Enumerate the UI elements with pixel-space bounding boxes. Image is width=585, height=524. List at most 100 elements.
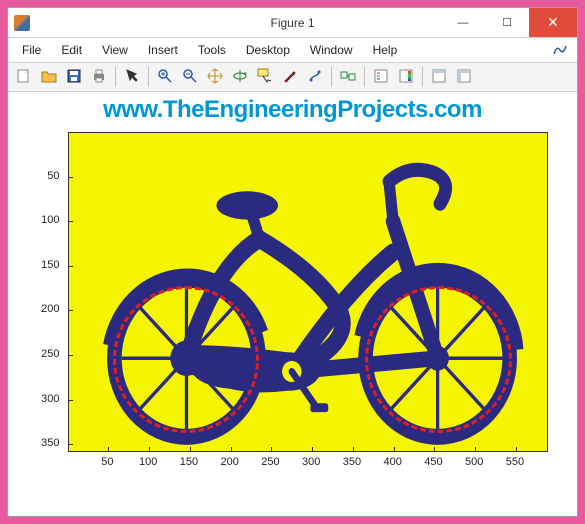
data-cursor-button[interactable]: [253, 65, 277, 89]
matlab-icon: [14, 15, 30, 31]
insert-legend-button[interactable]: [369, 65, 393, 89]
brush-icon: [282, 68, 298, 87]
minimize-button[interactable]: —: [441, 8, 485, 37]
insert-legend-icon: [373, 68, 389, 87]
detected-circle: [365, 286, 512, 433]
x-tick-label: 350: [343, 456, 361, 468]
print-icon: [91, 68, 107, 87]
x-tick-label: 150: [180, 456, 198, 468]
y-tick-mark: [69, 266, 73, 267]
y-tick-mark: [69, 221, 73, 222]
show-tools-button[interactable]: [452, 65, 476, 89]
x-tick-label: 400: [383, 456, 401, 468]
insert-colorbar-button[interactable]: [394, 65, 418, 89]
x-tick-mark: [312, 447, 313, 451]
zoom-out-button[interactable]: [178, 65, 202, 89]
axes-container: 50100150200250300350 5010015020025030035…: [68, 132, 548, 452]
x-tick-label: 250: [261, 456, 279, 468]
menu-view[interactable]: View: [92, 40, 138, 60]
y-tick-mark: [69, 444, 73, 445]
pan-icon: [207, 68, 223, 87]
data-cursor-icon: [257, 68, 273, 87]
x-tick-mark: [434, 447, 435, 451]
hide-tools-icon: [431, 68, 447, 87]
y-tick-mark: [69, 355, 73, 356]
x-tick-mark: [394, 447, 395, 451]
y-axis-ticks: 50100150200250300350: [32, 132, 66, 452]
figure-area: 50 100 150 200 250 300 350 50 100 150 200 250 300 35…: [8, 124, 577, 516]
x-tick-mark: [516, 447, 517, 451]
menu-window[interactable]: Window: [300, 40, 363, 60]
menu-desktop[interactable]: Desktop: [236, 40, 300, 60]
x-tick-mark: [149, 447, 150, 451]
window-inner: Figure 1 — ☐ ✕ FileEditViewInsertToolsDe…: [7, 7, 578, 517]
titlebar[interactable]: Figure 1 — ☐ ✕: [8, 8, 577, 38]
zoom-out-icon: [182, 68, 198, 87]
toolbar-separator: [148, 67, 149, 87]
print-button[interactable]: [87, 65, 111, 89]
y-tick-label: 250: [32, 348, 60, 360]
y-tick-label: 150: [32, 259, 60, 271]
x-tick-label: 450: [424, 456, 442, 468]
menubar-right: [553, 44, 573, 56]
brush-button[interactable]: [278, 65, 302, 89]
window-frame: Figure 1 — ☐ ✕ FileEditViewInsertToolsDe…: [0, 0, 585, 524]
x-tick-label: 300: [302, 456, 320, 468]
x-tick-label: 100: [139, 456, 157, 468]
link-plot-button[interactable]: [336, 65, 360, 89]
menu-insert[interactable]: Insert: [138, 40, 188, 60]
y-tick-label: 300: [32, 393, 60, 405]
x-tick-mark: [108, 447, 109, 451]
new-figure-button[interactable]: [12, 65, 36, 89]
toolbar-separator: [364, 67, 365, 87]
plot-box[interactable]: [68, 132, 548, 452]
toolbar-separator: [331, 67, 332, 87]
maximize-button[interactable]: ☐: [485, 8, 529, 37]
x-tick-label: 500: [465, 456, 483, 468]
menu-edit[interactable]: Edit: [51, 40, 92, 60]
zoom-in-icon: [157, 68, 173, 87]
x-tick-mark: [190, 447, 191, 451]
insert-colorbar-icon: [398, 68, 414, 87]
y-tick-label: 50: [32, 170, 60, 182]
new-figure-icon: [16, 68, 32, 87]
window-controls: — ☐ ✕: [441, 8, 577, 37]
pointer-icon: [124, 68, 140, 87]
x-tick-label: 50: [101, 456, 113, 468]
x-tick-mark: [353, 447, 354, 451]
titlebar-left: [8, 15, 30, 31]
save-button[interactable]: [62, 65, 86, 89]
zoom-in-button[interactable]: [153, 65, 177, 89]
x-tick-mark: [231, 447, 232, 451]
y-tick-mark: [69, 400, 73, 401]
y-tick-mark: [69, 310, 73, 311]
menubar: FileEditViewInsertToolsDesktopWindowHelp: [8, 38, 577, 62]
x-tick-label: 200: [220, 456, 238, 468]
toolbar-separator: [115, 67, 116, 87]
x-tick-mark: [475, 447, 476, 451]
y-tick-mark: [69, 177, 73, 178]
y-tick-label: 100: [32, 214, 60, 226]
toolbar: [8, 62, 577, 92]
close-button[interactable]: ✕: [529, 8, 577, 37]
pointer-button[interactable]: [120, 65, 144, 89]
toolbar-separator: [422, 67, 423, 87]
watermark-text: www.TheEngineeringProjects.com: [8, 92, 577, 124]
detected-circle: [113, 286, 260, 433]
curve-icon: [553, 44, 567, 56]
open-file-button[interactable]: [37, 65, 61, 89]
save-icon: [66, 68, 82, 87]
rotate-3d-button[interactable]: [228, 65, 252, 89]
hide-tools-button[interactable]: [427, 65, 451, 89]
x-tick-mark: [271, 447, 272, 451]
menu-help[interactable]: Help: [363, 40, 408, 60]
x-axis-ticks: 50 100 150 200 250 300 350 400 450 500 550: [68, 454, 548, 472]
open-file-icon: [41, 68, 57, 87]
show-tools-icon: [456, 68, 472, 87]
pan-button[interactable]: [203, 65, 227, 89]
menu-tools[interactable]: Tools: [188, 40, 236, 60]
x-tick-label: 550: [506, 456, 524, 468]
menu-file[interactable]: File: [12, 40, 51, 60]
y-tick-label: 200: [32, 303, 60, 315]
colorbar-button[interactable]: [303, 65, 327, 89]
